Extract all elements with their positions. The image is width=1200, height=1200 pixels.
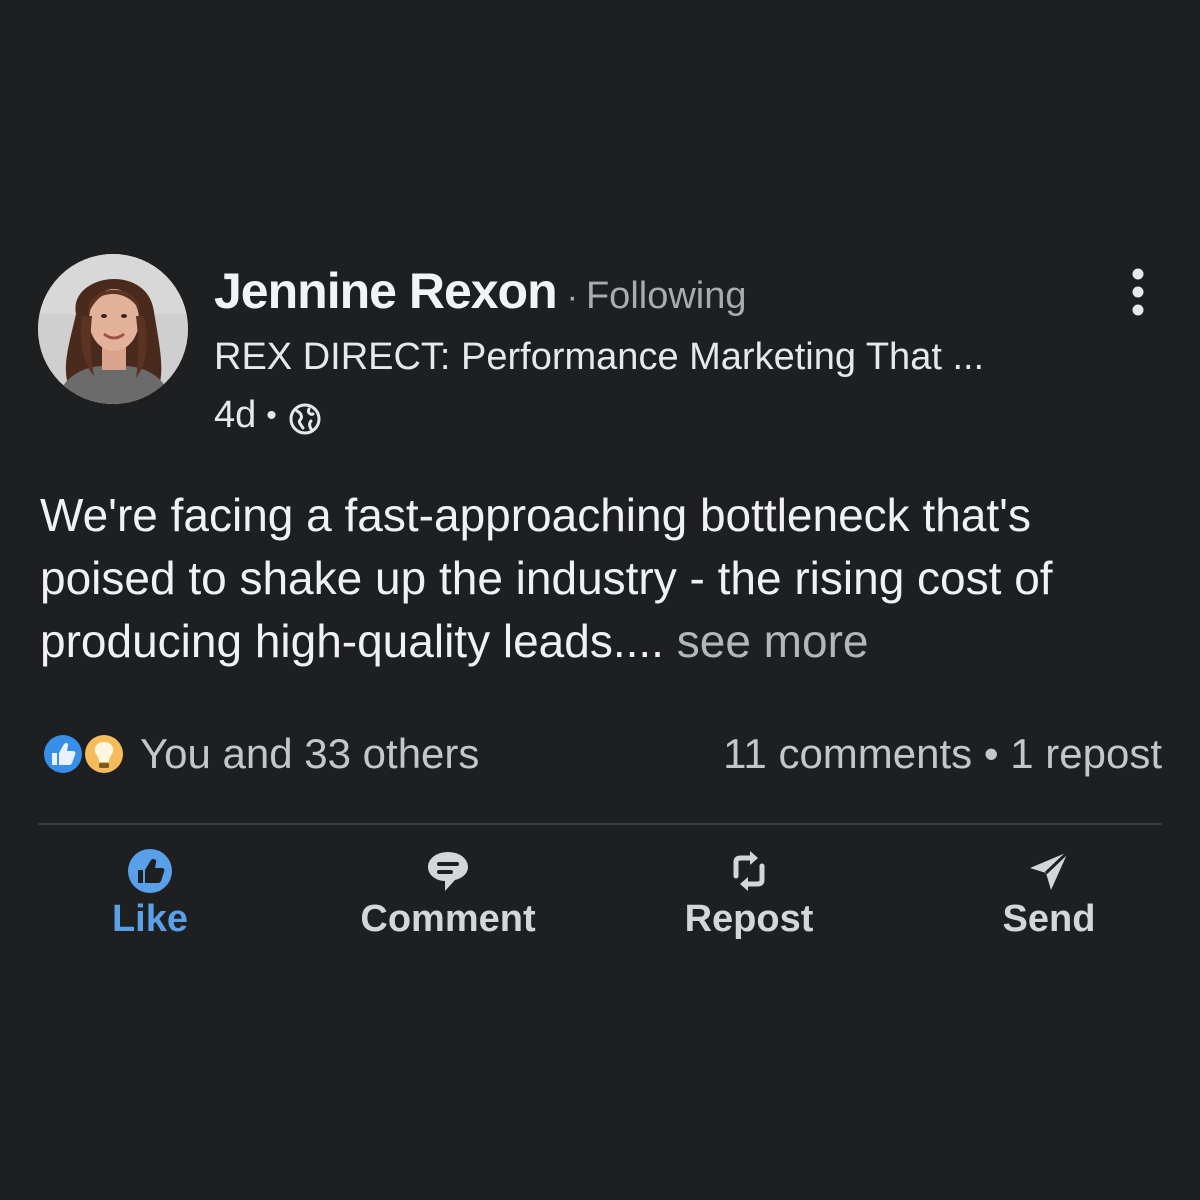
more-options-icon[interactable]: [1122, 266, 1154, 320]
like-icon: [125, 846, 175, 896]
author-line: Jennine Rexon · Following: [214, 262, 747, 320]
send-label: Send: [1002, 898, 1096, 940]
post-meta: 4d •: [214, 394, 323, 437]
see-more-link[interactable]: see more: [677, 615, 869, 667]
author-headline[interactable]: REX DIRECT: Performance Marketing That .…: [214, 336, 984, 379]
comment-icon: [423, 846, 473, 896]
send-button[interactable]: Send: [919, 840, 1179, 950]
globe-icon: [287, 401, 323, 437]
counts-separator: •: [983, 730, 999, 777]
reactors-summary[interactable]: You and 33 others: [140, 730, 479, 778]
meta-separator: •: [266, 398, 277, 432]
author-name[interactable]: Jennine Rexon: [214, 262, 558, 320]
comment-button[interactable]: Comment: [318, 840, 578, 950]
like-label: Like: [111, 898, 189, 940]
reaction-icons[interactable]: [38, 729, 130, 779]
comments-count[interactable]: 11 comments: [723, 730, 972, 777]
name-separator: ·: [566, 278, 578, 316]
send-icon: [1024, 846, 1074, 896]
post-timestamp: 4d: [214, 394, 257, 436]
post-body: We're facing a fast-approaching bottlene…: [40, 484, 1160, 673]
feed-post: Jennine Rexon · Following REX DIRECT: Pe…: [0, 0, 1200, 1200]
divider: [38, 823, 1162, 825]
following-status: Following: [585, 275, 747, 317]
author-avatar[interactable]: [38, 254, 188, 404]
repost-icon: [724, 846, 774, 896]
reposts-count[interactable]: 1 repost: [1010, 730, 1162, 777]
repost-label: Repost: [684, 898, 814, 940]
comment-label: Comment: [360, 898, 536, 940]
like-button[interactable]: Like: [20, 840, 280, 950]
engagement-counts: 11 comments • 1 repost: [723, 730, 1162, 778]
post-body-text: We're facing a fast-approaching bottlene…: [40, 489, 1053, 667]
repost-button[interactable]: Repost: [619, 840, 879, 950]
